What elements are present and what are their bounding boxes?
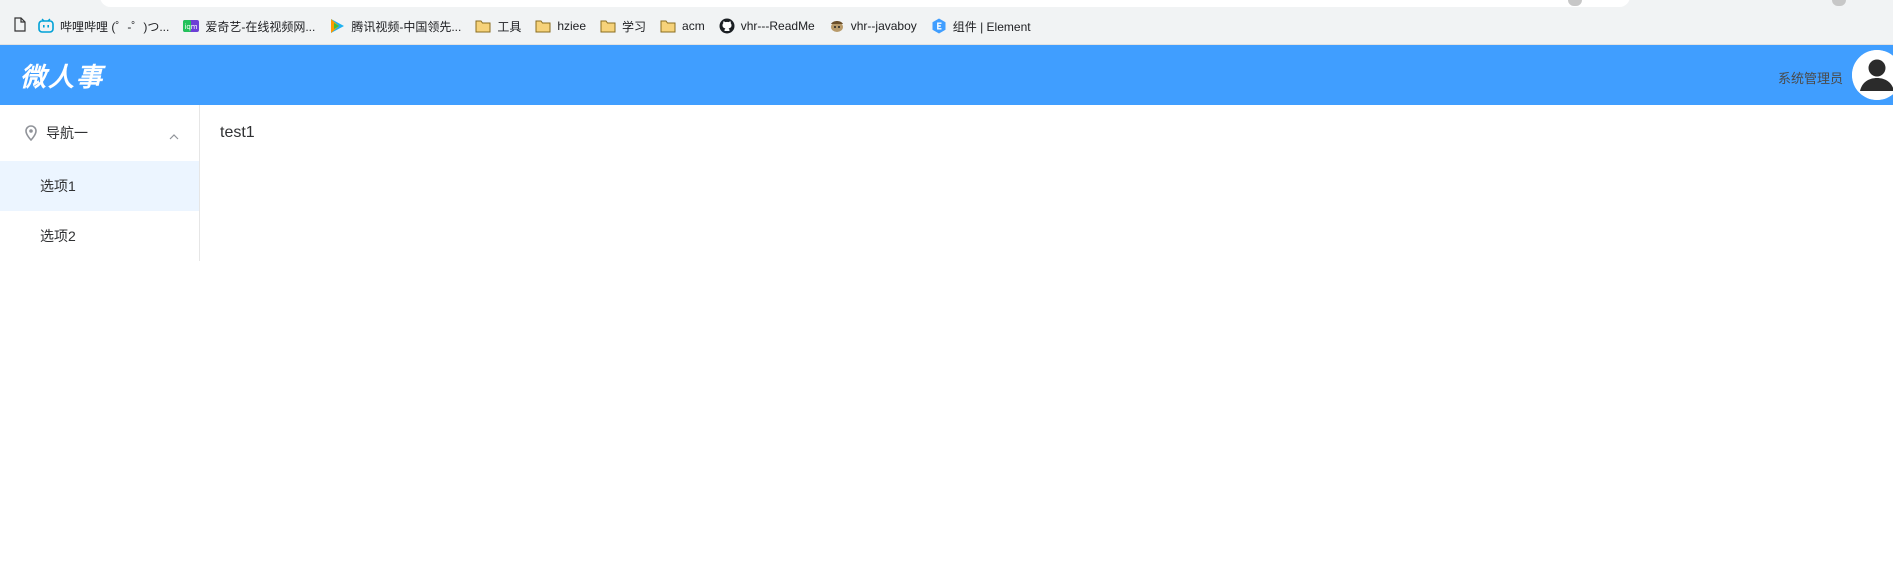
app-header: 微人事 系统管理员: [0, 45, 1893, 105]
folder-icon: [600, 18, 616, 34]
tencent-video-icon: [329, 18, 345, 34]
github-icon: [719, 18, 735, 34]
bookmark-label: hziee: [557, 19, 587, 33]
menu-item-option-2[interactable]: 选项2: [0, 211, 199, 261]
page-icon: [14, 17, 26, 35]
bookmark-label: vhr--javaboy: [850, 19, 917, 33]
bookmarks-bar: 哔哩哔哩 (゜-゜)つ... iqm 爱奇艺-在线视频网... 腾讯视频-中国领…: [0, 8, 1893, 45]
bookmark-vhr-javaboy[interactable]: vhr--javaboy: [829, 18, 917, 34]
folder-icon: [660, 18, 676, 34]
browser-toolbar: [0, 0, 1893, 8]
iqiyi-badge: iqm: [185, 23, 198, 31]
bookmark-label: 组件 | Element: [952, 19, 1031, 34]
sidebar-menu: 导航一 选项1 选项2: [0, 105, 200, 261]
bookmark-label: vhr---ReadMe: [740, 19, 815, 33]
main-content: test1: [220, 124, 255, 142]
address-bar[interactable]: [100, 0, 1630, 7]
bilibili-icon: [38, 18, 54, 34]
bookmark-tencent-video[interactable]: 腾讯视频-中国领先...: [329, 18, 461, 35]
bookmark-folder-tools[interactable]: 工具: [475, 18, 521, 35]
menu-item-option-1[interactable]: 选项1: [0, 161, 199, 211]
bookmark-label: 爱奇艺-在线视频网...: [205, 19, 316, 34]
bookmark-iqiyi[interactable]: iqm 爱奇艺-在线视频网...: [183, 18, 315, 35]
bookmark-vhr-readme[interactable]: vhr---ReadMe: [719, 18, 815, 34]
iqiyi-icon: iqm: [183, 18, 200, 34]
bookmark-label: acm: [682, 19, 705, 33]
javaboy-icon: [829, 18, 845, 34]
app-logo: 微人事: [20, 63, 105, 93]
user-name[interactable]: 系统管理员: [1778, 68, 1843, 87]
menu-item-label: 选项2: [40, 228, 76, 244]
bookmark-label: 工具: [497, 19, 522, 34]
location-pin-icon: [24, 125, 38, 141]
folder-icon: [475, 18, 491, 34]
content-text: test1: [220, 124, 255, 141]
bookmark-folder-study[interactable]: 学习: [600, 18, 646, 35]
bookmark-label: 学习: [622, 19, 647, 34]
bookmark-folder-hziee[interactable]: hziee: [535, 18, 586, 34]
submenu-label: 导航一: [46, 125, 88, 141]
element-icon: [931, 18, 947, 34]
bookmark-element[interactable]: 组件 | Element: [931, 18, 1031, 35]
bookmark-folder-acm[interactable]: acm: [660, 18, 705, 34]
bookmark-bilibili[interactable]: 哔哩哔哩 (゜-゜)つ...: [38, 18, 169, 35]
folder-icon: [535, 18, 551, 34]
submenu-nav-one[interactable]: 导航一: [0, 105, 199, 161]
menu-item-label: 选项1: [40, 178, 76, 194]
bookmark-label: 腾讯视频-中国领先...: [351, 19, 462, 34]
bookmark-label: 哔哩哔哩 (゜-゜)つ...: [60, 19, 170, 34]
chevron-up-icon: [169, 127, 179, 143]
avatar[interactable]: [1852, 50, 1893, 100]
profile-icon[interactable]: [1832, 0, 1846, 6]
user-avatar-icon: [1852, 50, 1893, 100]
